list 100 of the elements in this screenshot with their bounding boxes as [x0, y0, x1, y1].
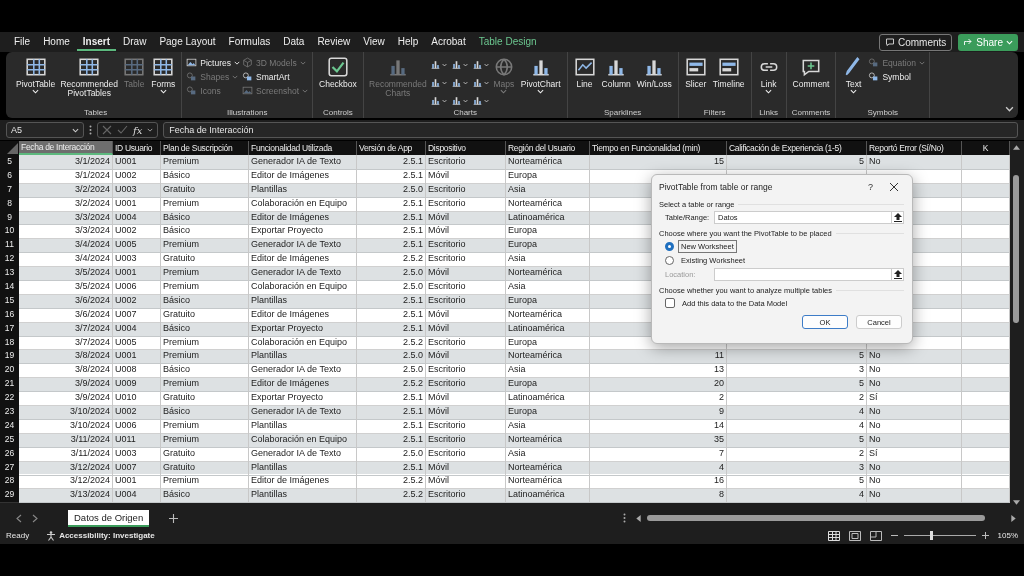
bar-chart-icon [471, 95, 483, 106]
table-cell: Premium [161, 155, 249, 170]
ribbon-button[interactable]: Pictures [186, 57, 241, 68]
caret-icon [500, 89, 508, 95]
next-sheet-icon[interactable] [32, 513, 38, 523]
bar-chart-icon [429, 59, 441, 70]
table-cell: No [867, 418, 962, 434]
ribbon-button[interactable]: PivotChart [518, 55, 563, 108]
normal-view-icon[interactable] [827, 530, 840, 541]
collapse-icon[interactable] [1005, 106, 1014, 112]
checkbox[interactable] [665, 298, 675, 308]
ribbon-button[interactable]: Column [599, 55, 633, 108]
scroll-thumb[interactable] [1013, 175, 1019, 323]
group-label: Tables [84, 108, 108, 117]
table-cell: 2.5.1 [357, 168, 426, 184]
zoom-level[interactable]: 105% [997, 531, 1018, 540]
table-cell: Norteamérica [506, 432, 590, 448]
formula-field[interactable]: Fecha de Interacción [163, 122, 1018, 138]
ribbon-button[interactable]: Slicer [682, 55, 709, 108]
close-icon[interactable] [889, 182, 899, 192]
menu-tab[interactable]: Acrobat [425, 33, 472, 51]
sheet-tab[interactable]: Datos de Origen [68, 509, 150, 527]
location-picker-button[interactable] [891, 268, 904, 281]
table-cell: Gratuito [161, 182, 249, 198]
radio-button[interactable] [665, 241, 674, 251]
caret-icon [462, 62, 468, 67]
caret-icon [483, 80, 489, 85]
page-layout-icon[interactable] [848, 530, 861, 541]
table-cell: Móvil [426, 321, 506, 337]
table-cell: Norteamérica [506, 307, 590, 323]
ribbon-button[interactable]: PivotTable [14, 55, 58, 108]
table-cell: Básico [161, 168, 249, 184]
zoom-in-icon[interactable] [981, 532, 989, 539]
table-cell: Móvil [426, 168, 506, 184]
menu-tab[interactable]: Table Design [472, 33, 543, 51]
row-number: 14 [0, 280, 19, 295]
menu-tab[interactable]: Review [311, 33, 357, 51]
menu-tab[interactable]: Formulas [222, 33, 277, 51]
menu-tab[interactable]: Insert [76, 33, 117, 51]
name-box[interactable]: A5 [6, 122, 84, 138]
cancel-icon[interactable] [102, 125, 112, 135]
check-icon[interactable] [117, 125, 128, 135]
scroll-right-icon[interactable] [1011, 514, 1016, 522]
scroll-down-icon[interactable] [1012, 500, 1020, 505]
page-break-icon[interactable] [869, 530, 882, 541]
table-cell: Premium [161, 280, 249, 295]
ribbon-button[interactable]: Checkbox [317, 55, 359, 108]
shapes-icon [242, 71, 254, 82]
location-field[interactable] [714, 268, 892, 281]
caret-icon [232, 74, 239, 79]
help-button[interactable]: ? [868, 182, 873, 192]
caret-icon [537, 89, 545, 95]
ribbon-button[interactable]: Timeline [710, 55, 747, 108]
menu-tab[interactable]: Home [37, 33, 76, 51]
table-cell: 2.5.1 [357, 418, 426, 434]
caret-icon [483, 62, 489, 67]
ribbon-button[interactable]: Line [571, 55, 598, 108]
table-cell: 35 [590, 432, 727, 448]
comments-button[interactable]: Comments [878, 33, 953, 51]
cube-icon [242, 57, 254, 68]
status-text: Ready [6, 531, 30, 540]
scroll-left-icon[interactable] [636, 514, 641, 522]
ribbon-button[interactable]: Forms [149, 55, 178, 108]
bar-chart-icon [471, 59, 483, 70]
group-label: Symbols [867, 108, 899, 117]
menu-tab[interactable]: Help [391, 33, 425, 51]
more-icon[interactable] [623, 513, 626, 523]
radio-button[interactable] [665, 255, 674, 265]
table-cell: Básico [161, 293, 249, 309]
ribbon-button[interactable]: Recommended PivotTables [59, 55, 120, 108]
table-cell: U006 [113, 418, 161, 434]
menu-tab[interactable]: Data [277, 33, 311, 51]
menu-tab[interactable]: Draw [117, 33, 153, 51]
range-picker-button[interactable] [891, 211, 904, 224]
table-icon [78, 56, 101, 78]
zoom-out-icon[interactable] [890, 532, 898, 539]
table-cell: 3/11/2024 [19, 432, 113, 448]
column-header[interactable]: Fecha de Interacción [19, 141, 113, 155]
add-sheet-icon[interactable] [169, 513, 179, 523]
ribbon-button[interactable]: Win/Loss [634, 55, 674, 108]
ribbon-button[interactable]: SmartArt [242, 71, 309, 82]
group-label: Illustrations [226, 108, 268, 117]
shapes-icon [186, 85, 198, 96]
scroll-thumb[interactable] [647, 515, 985, 521]
menu-tab[interactable]: View [357, 33, 391, 51]
ribbon-button[interactable]: Link [755, 55, 782, 108]
menu-tab[interactable]: Page Layout [153, 33, 222, 51]
ribbon-button[interactable]: Comment [790, 55, 832, 108]
table-cell: U004 [113, 321, 161, 337]
table-cell: 3/6/2024 [19, 307, 113, 323]
menu-tab[interactable]: File [8, 33, 37, 51]
ribbon-button[interactable]: Symbol [868, 71, 925, 82]
scroll-up-icon[interactable] [1012, 145, 1020, 150]
horizontal-scrollbar[interactable] [636, 514, 1016, 522]
accessibility-button[interactable]: Accessibility: Investigate [46, 530, 155, 541]
previous-sheet-icon[interactable] [16, 513, 22, 523]
insert-function-button[interactable]: fx [133, 124, 143, 136]
table-cell: U002 [113, 293, 161, 309]
more-icon[interactable] [89, 125, 92, 135]
ribbon-button[interactable]: Text [840, 55, 867, 108]
